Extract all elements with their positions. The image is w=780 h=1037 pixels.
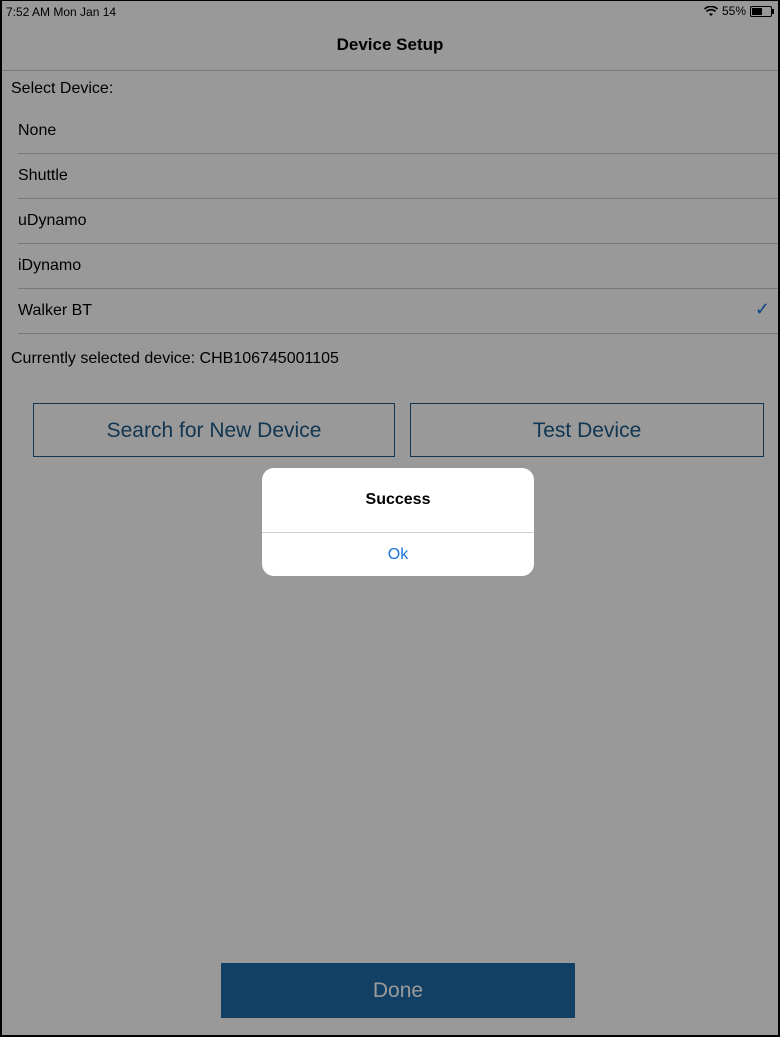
success-alert: Success Ok: [262, 468, 534, 576]
screen: 7:52 AM Mon Jan 14 55% Device Setup Sele…: [2, 1, 778, 1035]
alert-ok-button[interactable]: Ok: [262, 533, 534, 576]
alert-title: Success: [262, 468, 534, 533]
